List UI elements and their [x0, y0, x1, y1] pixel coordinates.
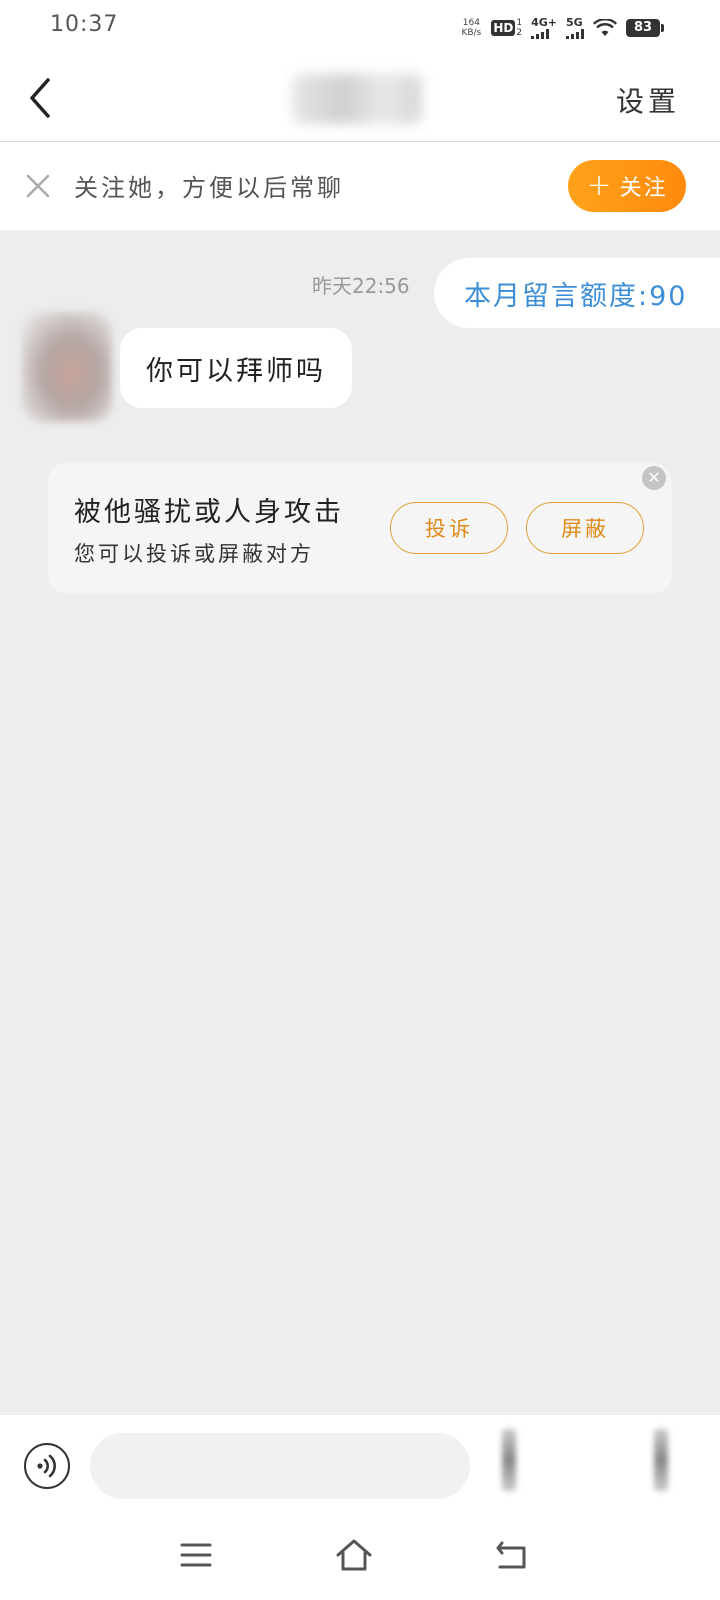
chat-header: 设置: [0, 56, 720, 142]
hd-icon: HD 1 2: [491, 18, 523, 38]
menu-nav-button[interactable]: [174, 1535, 218, 1575]
battery-icon: 83: [626, 19, 664, 37]
quota-message-bubble: 本月留言额度:90: [434, 258, 720, 328]
back-nav-button[interactable]: [490, 1535, 534, 1575]
report-button[interactable]: 投诉: [390, 502, 508, 554]
follow-prompt-bar: 关注她，方便以后常聊 + 关注: [0, 142, 720, 230]
incoming-message-bubble[interactable]: 你可以拜师吗: [120, 328, 352, 408]
message-timestamp: 昨天22:56: [312, 274, 410, 298]
chevron-left-icon: [30, 78, 50, 118]
settings-button[interactable]: 设置: [616, 80, 680, 120]
voice-input-button[interactable]: [24, 1443, 70, 1489]
follow-button[interactable]: + 关注: [568, 160, 686, 212]
follow-button-label: 关注: [619, 176, 668, 201]
home-icon: [336, 1539, 372, 1571]
contact-name-blurred: [292, 74, 422, 124]
status-bar: 10:37 164 KB/s HD 1 2 4G+ 5G 83: [0, 0, 720, 56]
signal-4g-icon: 4G+: [531, 17, 557, 39]
more-button-blurred[interactable]: [654, 1429, 668, 1491]
contact-avatar[interactable]: [22, 312, 112, 422]
signal-5g-icon: 5G: [566, 17, 584, 39]
report-card-subtitle: 您可以投诉或屏蔽对方: [74, 542, 314, 566]
status-icons: 164 KB/s HD 1 2 4G+ 5G 83: [460, 12, 664, 44]
menu-icon: [180, 1543, 212, 1567]
harassment-report-card: 被他骚扰或人身攻击 您可以投诉或屏蔽对方 投诉 屏蔽 ✕: [48, 462, 672, 594]
back-button[interactable]: [22, 76, 62, 120]
close-follow-prompt-button[interactable]: [20, 168, 56, 204]
status-time: 10:37: [50, 12, 119, 37]
message-input[interactable]: [90, 1433, 470, 1499]
close-icon: [26, 174, 50, 198]
message-input-bar: [0, 1415, 720, 1515]
block-button[interactable]: 屏蔽: [526, 502, 644, 554]
home-nav-button[interactable]: [332, 1535, 376, 1575]
follow-prompt-text: 关注她，方便以后常聊: [74, 174, 344, 202]
chat-message-list[interactable]: 昨天22:56 本月留言额度:90 你可以拜师吗 被他骚扰或人身攻击 您可以投诉…: [0, 230, 720, 1415]
wifi-icon: [593, 19, 617, 37]
plus-icon: +: [586, 168, 614, 203]
emoji-button-blurred[interactable]: [502, 1429, 516, 1491]
back-arrow-icon: [496, 1541, 526, 1569]
report-card-title: 被他骚扰或人身攻击: [74, 497, 344, 528]
close-icon: ✕: [647, 468, 661, 487]
voice-icon: [37, 1454, 56, 1478]
close-card-button[interactable]: ✕: [642, 466, 666, 490]
network-speed: 164 KB/s: [461, 18, 482, 38]
system-navigation-bar: [0, 1515, 720, 1600]
